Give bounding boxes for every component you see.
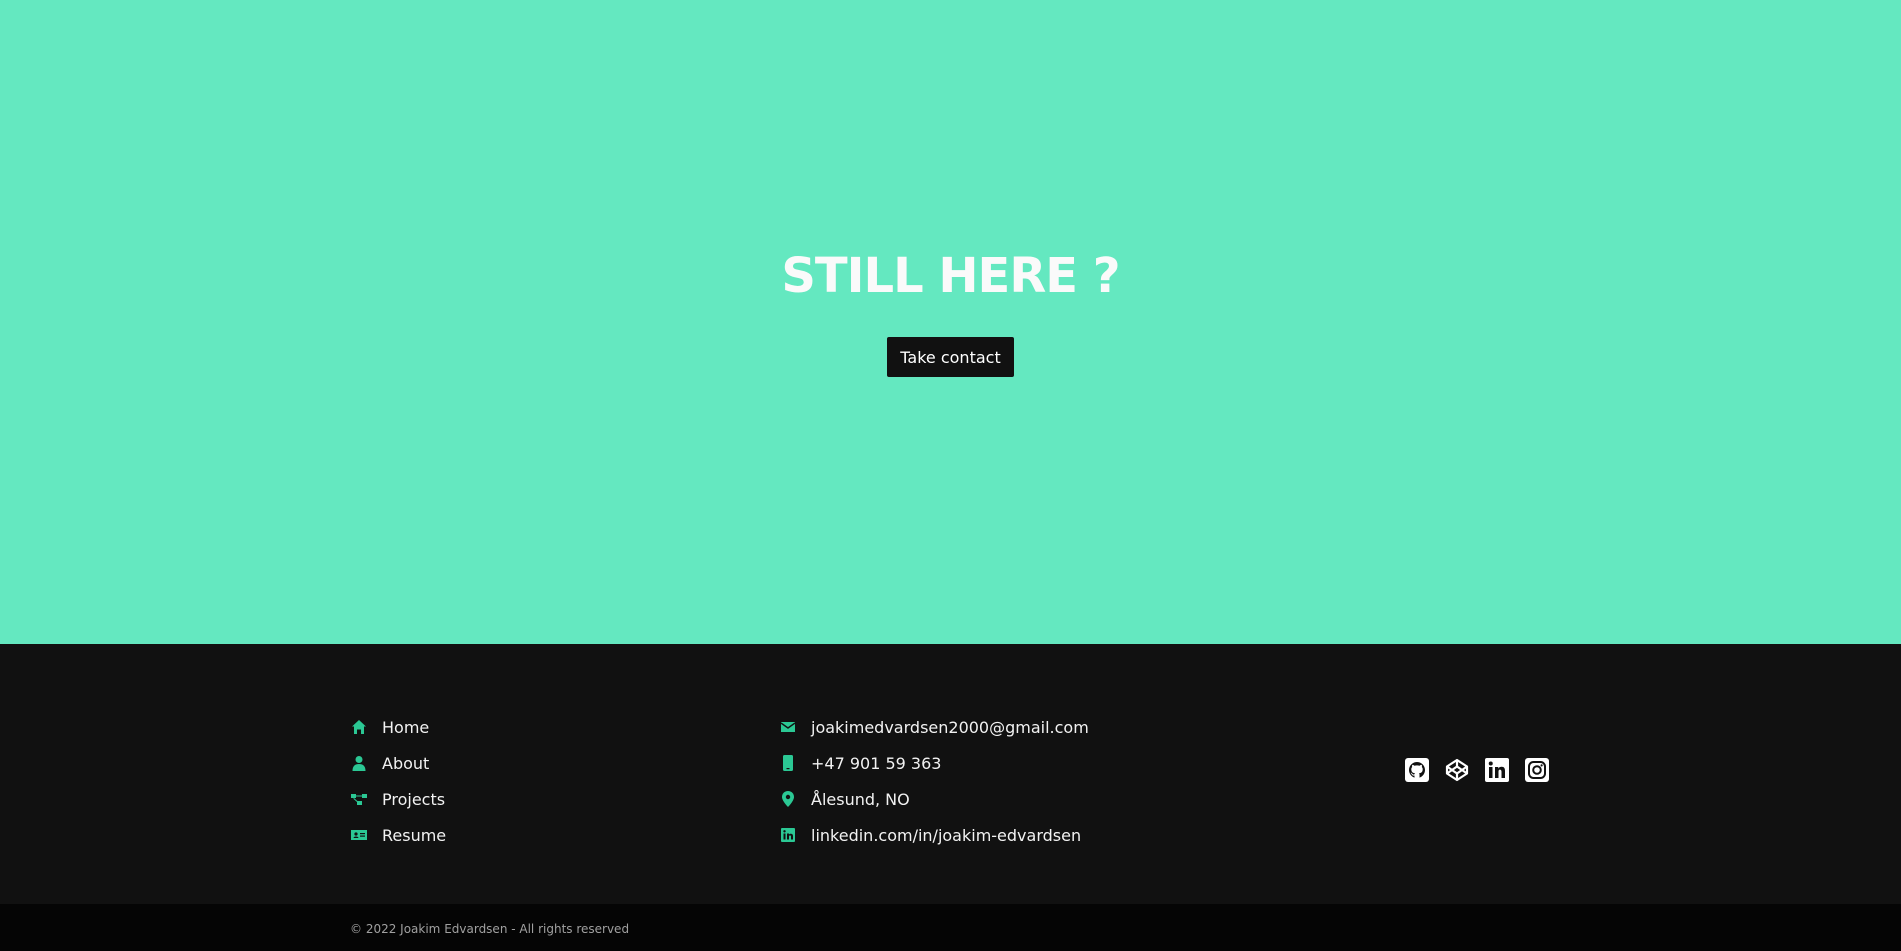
footer-nav-about[interactable]: About [350, 745, 446, 781]
contact-label: joakimedvardsen2000@gmail.com [811, 717, 1089, 737]
footer-contact: joakimedvardsen2000@gmail.com +47 901 59… [779, 709, 1089, 853]
copyright-bar: © 2022 Joakim Edvardsen - All rights res… [0, 904, 1901, 951]
footer-nav-home[interactable]: Home [350, 709, 446, 745]
user-icon [350, 754, 368, 772]
footer-nav-label: Home [382, 717, 430, 737]
footer-nav-label: Projects [382, 789, 446, 809]
contact-linkedin[interactable]: linkedin.com/in/joakim-edvardsen [779, 817, 1089, 853]
github-icon [1405, 758, 1429, 782]
instagram-link[interactable] [1525, 758, 1549, 782]
instagram-icon [1525, 758, 1549, 782]
codepen-icon [1445, 758, 1469, 782]
codepen-link[interactable] [1445, 758, 1469, 782]
project-diagram-icon [350, 790, 368, 808]
hero-section: STILL HERE ? Take contact [0, 0, 1901, 644]
footer-nav-label: About [382, 753, 430, 773]
contact-label: Ålesund, NO [811, 789, 910, 809]
copyright-text: © 2022 Joakim Edvardsen - All rights res… [350, 922, 630, 936]
home-icon [350, 718, 368, 736]
contact-label: linkedin.com/in/joakim-edvardsen [811, 825, 1082, 845]
contact-email[interactable]: joakimedvardsen2000@gmail.com [779, 709, 1089, 745]
take-contact-button[interactable]: Take contact [887, 337, 1014, 377]
footer-nav: Home About Projects Resume [350, 709, 446, 853]
footer: Home About Projects Resume joakimedvards… [0, 644, 1901, 904]
contact-label: +47 901 59 363 [811, 753, 942, 773]
github-link[interactable] [1405, 758, 1429, 782]
linkedin-link[interactable] [1485, 758, 1509, 782]
footer-nav-resume[interactable]: Resume [350, 817, 446, 853]
social-links [1405, 758, 1549, 782]
hero-title: STILL HERE ? [781, 248, 1120, 304]
contact-location[interactable]: Ålesund, NO [779, 781, 1089, 817]
mobile-icon [779, 754, 797, 772]
linkedin-icon [779, 826, 797, 844]
id-card-icon [350, 826, 368, 844]
envelope-icon [779, 718, 797, 736]
footer-nav-projects[interactable]: Projects [350, 781, 446, 817]
footer-nav-label: Resume [382, 825, 447, 845]
linkedin-icon [1485, 758, 1509, 782]
contact-phone[interactable]: +47 901 59 363 [779, 745, 1089, 781]
map-marker-icon [779, 790, 797, 808]
